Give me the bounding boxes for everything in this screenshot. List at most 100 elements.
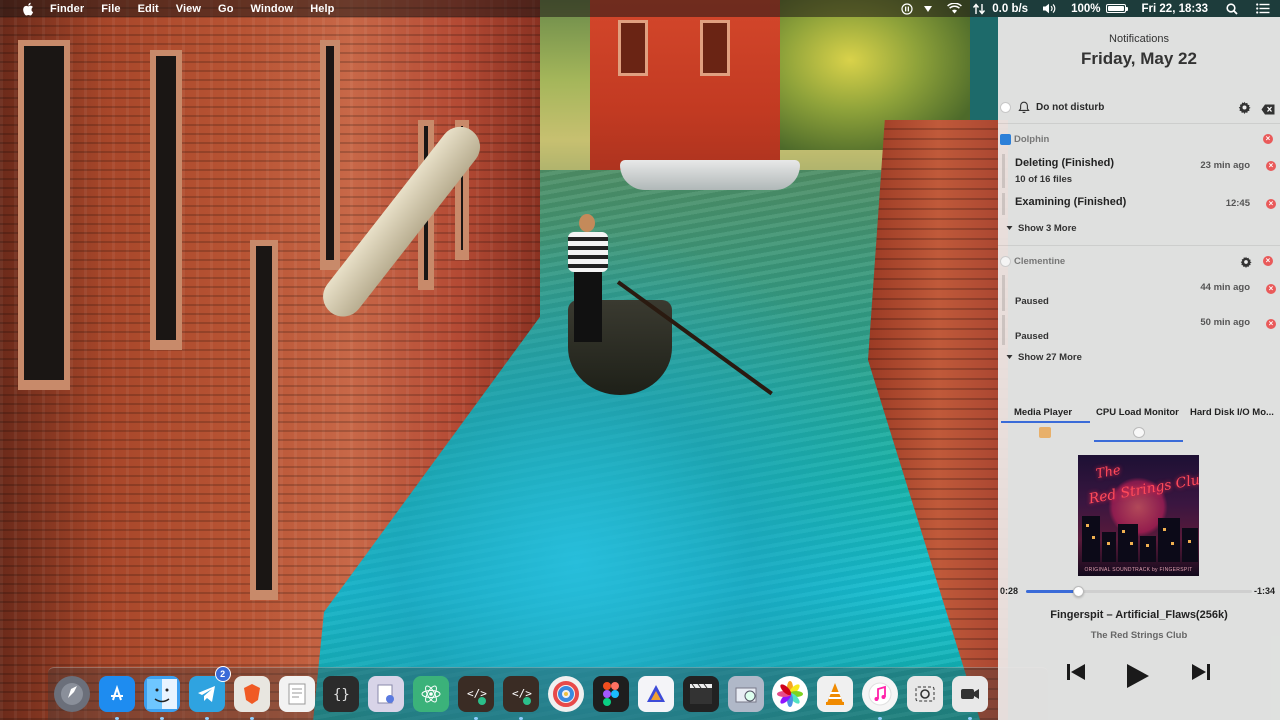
- battery-icon[interactable]: [1105, 4, 1128, 13]
- dismiss-notification-icon[interactable]: ×: [1266, 199, 1276, 209]
- separator: [998, 245, 1280, 246]
- separator: [998, 123, 1280, 124]
- wallpaper-red-building: [590, 0, 780, 185]
- active-tab-indicator: [1001, 421, 1090, 423]
- seek-knob[interactable]: [1072, 586, 1084, 597]
- notification-item[interactable]: Examining (Finished) 12:45 ×: [1002, 193, 1280, 215]
- notification-center-icon[interactable]: [1256, 3, 1270, 14]
- dock-image-capture[interactable]: [727, 676, 764, 712]
- spotlight-search-icon[interactable]: [1226, 2, 1238, 15]
- time-elapsed: 0:28: [1000, 586, 1019, 596]
- dismiss-notification-icon[interactable]: ×: [1266, 284, 1276, 294]
- dock-photos[interactable]: [772, 676, 809, 712]
- final-cut-icon: [688, 682, 714, 706]
- dock-textedit[interactable]: [278, 676, 315, 712]
- music-icon: [868, 682, 892, 706]
- show-more-label: Show 27 More: [1018, 352, 1082, 363]
- dismiss-notification-icon[interactable]: ×: [1266, 161, 1276, 171]
- dock-launchpad[interactable]: [54, 676, 90, 712]
- figma-icon: [602, 681, 620, 707]
- dock-vlc[interactable]: [817, 676, 854, 712]
- wallpaper-gondolier: [562, 214, 614, 344]
- clock[interactable]: Fri 22, 18:33: [1142, 3, 1208, 15]
- apple-menu-icon[interactable]: [22, 2, 36, 16]
- dock-script-editor[interactable]: {}: [323, 676, 360, 712]
- app-name-dolphin: Dolphin: [1014, 134, 1050, 145]
- menu-help[interactable]: Help: [310, 3, 334, 15]
- settings-gear-icon[interactable]: [1240, 255, 1252, 273]
- widget-tabs: Media Player CPU Load Monitor Hard Disk …: [998, 403, 1280, 429]
- bell-icon: [1018, 101, 1030, 119]
- clementine-mini-icon[interactable]: [1133, 427, 1145, 438]
- notification-item[interactable]: Deleting (Finished) 10 of 16 files 23 mi…: [1002, 154, 1280, 188]
- preview-files-icon: [374, 682, 398, 706]
- clear-all-icon[interactable]: [1261, 102, 1275, 120]
- settings-gear-icon[interactable]: [1238, 101, 1251, 119]
- wifi-icon[interactable]: [947, 3, 963, 14]
- network-speed: 0.0 b/s: [992, 2, 1029, 15]
- notification-time: 44 min ago: [1200, 282, 1250, 293]
- dolphin-app-icon: [1000, 134, 1011, 145]
- play-button[interactable]: [1126, 663, 1150, 689]
- tab-hard-disk-io-monitor[interactable]: Hard Disk I/O Mo...: [1190, 407, 1274, 418]
- secondary-tab-indicator: [1094, 440, 1183, 442]
- notification-item[interactable]: 50 min ago × Paused: [1002, 315, 1280, 345]
- volume-icon[interactable]: [1042, 3, 1057, 14]
- dock-figma[interactable]: [592, 676, 629, 712]
- notification-body: Paused: [1015, 296, 1049, 307]
- dropdown-triangle-icon[interactable]: [923, 5, 933, 13]
- dismiss-group-icon[interactable]: ×: [1263, 134, 1273, 144]
- seek-slider[interactable]: [1026, 586, 1252, 597]
- notification-body: 10 of 16 files: [1015, 174, 1073, 185]
- tab-cpu-load-monitor[interactable]: CPU Load Monitor: [1096, 407, 1179, 418]
- notification-panel: Notifications Friday, May 22 Do not dist…: [998, 17, 1280, 720]
- launchpad-icon: [60, 682, 84, 706]
- code-runner-1-icon: </>: [464, 682, 488, 706]
- time-remaining: -1:34: [1254, 586, 1276, 596]
- panel-date: Friday, May 22: [1081, 49, 1197, 68]
- dock-affinity-designer[interactable]: [637, 676, 674, 712]
- dock-app-store[interactable]: [98, 676, 135, 712]
- tab-media-player[interactable]: Media Player: [1014, 407, 1072, 418]
- app-store-icon: [105, 682, 129, 706]
- dock-music[interactable]: [862, 676, 899, 712]
- menu-file[interactable]: File: [101, 3, 120, 15]
- show-more-clementine[interactable]: Show 27 More: [1006, 352, 1082, 363]
- menu-edit[interactable]: Edit: [138, 3, 159, 15]
- script-editor-icon: {}: [329, 682, 353, 706]
- track-artist: The Red Strings Club: [1090, 630, 1188, 641]
- app-name-clementine: Clementine: [1014, 256, 1066, 267]
- do-not-disturb-toggle[interactable]: [1000, 102, 1011, 113]
- dock-finder[interactable]: [143, 676, 180, 712]
- seek-progress: [1026, 590, 1078, 593]
- svg-text:{}: {}: [333, 687, 350, 703]
- app-group-header-dolphin: Dolphin ×: [998, 131, 1280, 149]
- dock-preview-files[interactable]: [368, 676, 405, 712]
- menu-window[interactable]: Window: [251, 3, 294, 15]
- next-track-button[interactable]: [1191, 663, 1211, 681]
- notification-title: Examining (Finished): [1015, 196, 1127, 208]
- dock-final-cut[interactable]: [682, 676, 719, 712]
- photos-icon: [777, 681, 804, 707]
- previous-track-button[interactable]: [1066, 663, 1086, 681]
- menu-finder[interactable]: Finder: [50, 3, 84, 15]
- wallpaper-motorboat: [620, 160, 800, 190]
- menu-bar: Finder File Edit View Go Window Help 0.0…: [0, 0, 1280, 17]
- pause-icon[interactable]: [901, 2, 913, 15]
- dock-code-runner-2[interactable]: </>: [503, 676, 539, 712]
- dock-code-runner-1[interactable]: </>: [458, 676, 495, 712]
- dismiss-group-icon[interactable]: ×: [1263, 256, 1273, 266]
- menu-go[interactable]: Go: [218, 3, 233, 15]
- dock-screenshot[interactable]: [907, 676, 944, 712]
- atom-editor-icon: [419, 682, 443, 706]
- dock-atom-editor[interactable]: [413, 676, 450, 712]
- dock-photo-booth[interactable]: [952, 676, 988, 712]
- dock-color-picker[interactable]: [547, 676, 584, 712]
- menu-view[interactable]: View: [176, 3, 201, 15]
- dismiss-notification-icon[interactable]: ×: [1266, 319, 1276, 329]
- media-player-mini-icon[interactable]: [1039, 427, 1051, 438]
- show-more-dolphin[interactable]: Show 3 More: [1006, 223, 1077, 234]
- screenshot-icon: [913, 682, 937, 706]
- dock-brave-browser[interactable]: [233, 676, 270, 712]
- notification-item[interactable]: 44 min ago × Paused: [1002, 275, 1280, 311]
